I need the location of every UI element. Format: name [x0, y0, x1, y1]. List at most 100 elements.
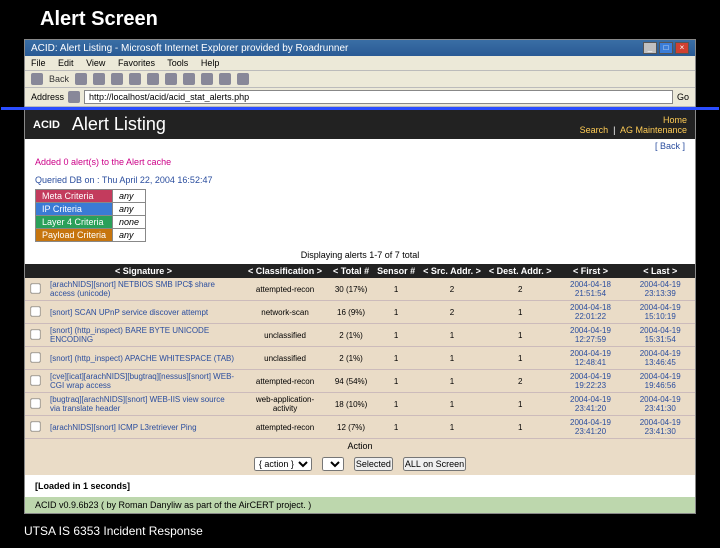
queried-text: Queried DB on : Thu April 22, 2004 16:52…: [35, 175, 685, 185]
col-sensor[interactable]: Sensor #: [373, 264, 419, 278]
table-row: [snort] (http_inspect) APACHE WHITESPACE…: [25, 347, 695, 370]
cell-total: 12 (7%): [329, 416, 373, 439]
cell-src[interactable]: 2: [419, 301, 485, 324]
cell-first: 2004-04-18 22:01:22: [556, 301, 626, 324]
criteria-key: Meta Criteria: [36, 190, 113, 203]
back-button[interactable]: Back: [49, 74, 69, 84]
search-icon[interactable]: [147, 73, 159, 85]
col-signature[interactable]: < Signature >: [46, 264, 241, 278]
menu-file[interactable]: File: [31, 58, 46, 68]
action-arg-select[interactable]: [322, 457, 344, 471]
cell-dst[interactable]: 2: [485, 278, 556, 301]
nav-search[interactable]: Search: [580, 125, 609, 135]
cell-total: 30 (17%): [329, 278, 373, 301]
cell-signature[interactable]: [arachNIDS][snort] NETBIOS SMB IPC$ shar…: [46, 278, 241, 301]
menu-favorites[interactable]: Favorites: [118, 58, 155, 68]
cell-classification: unclassified: [241, 347, 329, 370]
acid-logo: ACID: [33, 119, 60, 131]
criteria-key: IP Criteria: [36, 203, 113, 216]
row-checkbox[interactable]: [30, 421, 40, 431]
home-icon[interactable]: [129, 73, 141, 85]
cell-total: 94 (54%): [329, 370, 373, 393]
cell-dst[interactable]: 1: [485, 301, 556, 324]
col-total[interactable]: < Total #: [329, 264, 373, 278]
cell-first: 2004-04-19 23:41:20: [556, 416, 626, 439]
nav-home[interactable]: Home: [663, 115, 687, 125]
nav-maintenance[interactable]: AG Maintenance: [620, 125, 687, 135]
cell-signature[interactable]: [arachNIDS][snort] ICMP L3retriever Ping: [46, 416, 241, 439]
selected-button[interactable]: Selected: [354, 457, 393, 471]
address-input[interactable]: [84, 90, 673, 104]
close-button[interactable]: ×: [675, 42, 689, 54]
displaying-text: Displaying alerts 1-7 of 7 total: [25, 246, 695, 264]
row-checkbox[interactable]: [30, 329, 40, 339]
cell-dst[interactable]: 1: [485, 393, 556, 416]
cell-last: 2004-04-19 19:46:56: [625, 370, 695, 393]
menu-help[interactable]: Help: [201, 58, 220, 68]
maximize-button[interactable]: □: [659, 42, 673, 54]
row-checkbox[interactable]: [30, 352, 40, 362]
menu-edit[interactable]: Edit: [58, 58, 74, 68]
minimize-button[interactable]: _: [643, 42, 657, 54]
cell-last: 2004-04-19 23:41:30: [625, 393, 695, 416]
page-title: Alert Listing: [72, 114, 166, 135]
media-icon[interactable]: [183, 73, 195, 85]
criteria-value: any: [113, 203, 146, 216]
cell-dst[interactable]: 1: [485, 324, 556, 347]
col-last[interactable]: < Last >: [625, 264, 695, 278]
stop-icon[interactable]: [93, 73, 105, 85]
cell-signature[interactable]: [snort] (http_inspect) BARE BYTE UNICODE…: [46, 324, 241, 347]
cell-dst[interactable]: 1: [485, 347, 556, 370]
cell-src[interactable]: 1: [419, 347, 485, 370]
cell-first: 2004-04-19 23:41:20: [556, 393, 626, 416]
menu-view[interactable]: View: [86, 58, 105, 68]
window-titlebar: ACID: Alert Listing - Microsoft Internet…: [25, 40, 695, 56]
cell-signature[interactable]: [snort] SCAN UPnP service discover attem…: [46, 301, 241, 324]
cell-signature[interactable]: [snort] (http_inspect) APACHE WHITESPACE…: [46, 347, 241, 370]
forward-icon[interactable]: [75, 73, 87, 85]
cell-sensor: 1: [373, 324, 419, 347]
favorites-icon[interactable]: [165, 73, 177, 85]
row-checkbox[interactable]: [30, 398, 40, 408]
cell-src[interactable]: 2: [419, 278, 485, 301]
slide-title: Alert Screen: [0, 0, 720, 39]
cell-src[interactable]: 1: [419, 393, 485, 416]
print-icon[interactable]: [237, 73, 249, 85]
cell-dst[interactable]: 2: [485, 370, 556, 393]
back-icon[interactable]: [31, 73, 43, 85]
table-row: [bugtraq][arachNIDS][snort] WEB-IIS view…: [25, 393, 695, 416]
go-button[interactable]: Go: [677, 92, 689, 102]
criteria-value: any: [113, 190, 146, 203]
row-checkbox[interactable]: [30, 306, 40, 316]
col-classification[interactable]: < Classification >: [241, 264, 329, 278]
criteria-value: any: [113, 229, 146, 242]
cell-signature[interactable]: [bugtraq][arachNIDS][snort] WEB-IIS view…: [46, 393, 241, 416]
criteria-section: Queried DB on : Thu April 22, 2004 16:52…: [25, 171, 695, 246]
cell-first: 2004-04-19 12:27:59: [556, 324, 626, 347]
criteria-key: Payload Criteria: [36, 229, 113, 242]
row-checkbox[interactable]: [30, 375, 40, 385]
back-link[interactable]: [ Back ]: [25, 139, 695, 153]
cell-last: 2004-04-19 23:41:30: [625, 416, 695, 439]
browser-window: ACID: Alert Listing - Microsoft Internet…: [24, 39, 696, 514]
col-src[interactable]: < Src. Addr. >: [419, 264, 485, 278]
cell-dst[interactable]: 1: [485, 416, 556, 439]
menu-tools[interactable]: Tools: [167, 58, 188, 68]
cell-src[interactable]: 1: [419, 370, 485, 393]
col-first[interactable]: < First >: [556, 264, 626, 278]
cell-sensor: 1: [373, 393, 419, 416]
row-checkbox[interactable]: [30, 283, 40, 293]
action-select[interactable]: { action }: [254, 457, 312, 471]
refresh-icon[interactable]: [111, 73, 123, 85]
menu-bar: File Edit View Favorites Tools Help: [25, 56, 695, 71]
cell-src[interactable]: 1: [419, 416, 485, 439]
col-dst[interactable]: < Dest. Addr. >: [485, 264, 556, 278]
cell-src[interactable]: 1: [419, 324, 485, 347]
col-checkbox: [25, 264, 46, 278]
cache-added-text: Added 0 alert(s) to the Alert cache: [25, 153, 695, 171]
history-icon[interactable]: [201, 73, 213, 85]
slide-footer: UTSA IS 6353 Incident Response: [0, 514, 720, 548]
all-on-screen-button[interactable]: ALL on Screen: [403, 457, 466, 471]
cell-signature[interactable]: [cve][icat][arachNIDS][bugtraq][nessus][…: [46, 370, 241, 393]
mail-icon[interactable]: [219, 73, 231, 85]
